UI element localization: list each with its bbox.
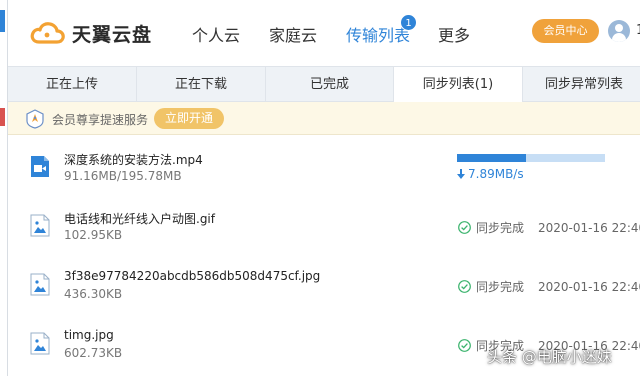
rocket-badge-icon [26,109,44,129]
left-edge-strip [0,0,8,376]
list-item[interactable]: 电话线和光纤线入户动图.gif 102.95KB 同步完成 2020-01-16… [8,195,640,253]
video-file-icon [31,156,49,177]
promo-bar: 会员尊享提速服务 立即开通 [8,102,640,135]
nav-family-cloud[interactable]: 家庭云 [269,22,317,46]
side-red-marker [0,108,5,126]
tab-downloading[interactable]: 正在下载 [137,67,266,102]
status-time: 2020-01-16 22:40 [538,220,640,235]
check-circle-icon [458,221,471,234]
upload-progress-bar [457,154,605,162]
avatar-body [612,33,626,42]
tab-sync-errors[interactable]: 同步异常列表 [523,67,640,102]
sync-file-list: 深度系统的安装方法.mp4 91.16MB/195.78MB 7.89MB/s … [8,136,640,376]
tab-completed[interactable]: 已完成 [266,67,394,102]
side-blue-marker [0,10,5,32]
file-name: 电话线和光纤线入户动图.gif [64,212,215,226]
brand-logo[interactable]: 天翼云盘 [30,18,152,48]
nav-more[interactable]: 更多 [438,22,470,46]
watermark: 头条 @电脑小迷妹 [487,348,612,366]
nav-personal-cloud[interactable]: 个人云 [192,22,240,46]
file-name: timg.jpg [64,328,114,342]
file-size: 102.95KB [64,228,123,242]
check-circle-icon [458,339,471,352]
cloud-icon [30,22,65,44]
down-arrow-icon [457,169,465,179]
image-file-icon [30,332,50,355]
brand-name: 天翼云盘 [72,23,153,46]
member-center-button[interactable]: 会员中心 [532,19,599,43]
check-circle-icon [458,280,471,293]
image-file-icon [30,214,50,237]
sync-status: 同步完成 2020-01-16 22:40 [458,278,640,295]
file-size: 602.73KB [64,346,123,360]
avatar[interactable] [608,20,630,42]
speed-value: 7.89MB/s [468,167,524,181]
tab-sync-list[interactable]: 同步列表(1) [394,67,523,103]
upload-progress-fill [457,154,526,162]
list-item[interactable]: 3f38e97784220abcdb586db508d475cf.jpg 436… [8,254,640,312]
promo-text: 会员尊享提速服务 [52,113,149,127]
file-size: 91.16MB/195.78MB [64,169,182,183]
top-header: 天翼云盘 个人云 家庭云 传输列表 1 更多 会员中心 1 [8,0,640,66]
tab-uploading[interactable]: 正在上传 [8,67,137,102]
image-file-icon [30,273,50,296]
app-window: 天翼云盘 个人云 家庭云 传输列表 1 更多 会员中心 1 正在上传 正在下载 … [0,0,640,376]
status-time: 2020-01-16 22:40 [538,279,640,294]
file-name: 3f38e97784220abcdb586db508d475cf.jpg [64,269,321,283]
list-item[interactable]: 深度系统的安装方法.mp4 91.16MB/195.78MB 7.89MB/s [8,136,640,194]
transfer-speed: 7.89MB/s [457,167,524,181]
sync-status: 同步完成 2020-01-16 22:40 [458,219,640,236]
avatar-head [615,24,623,32]
transfer-tabs: 正在上传 正在下载 已完成 同步列表(1) 同步异常列表 [8,66,640,103]
status-label: 同步完成 [476,221,525,235]
file-name: 深度系统的安装方法.mp4 [64,153,203,167]
activate-now-button[interactable]: 立即开通 [154,108,224,129]
transfer-count-badge: 1 [400,14,417,31]
status-label: 同步完成 [476,280,525,294]
file-size: 436.30KB [64,287,123,301]
user-label[interactable]: 1 [636,23,640,38]
